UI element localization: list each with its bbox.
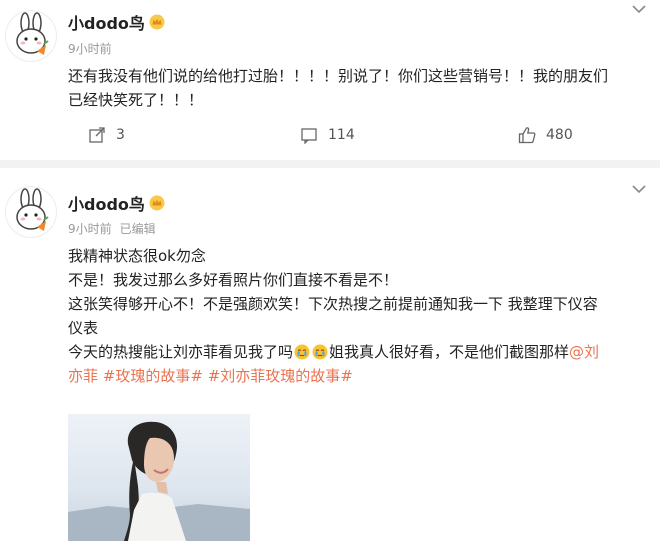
- mention-link[interactable]: 亦菲: [68, 367, 98, 385]
- repost-button[interactable]: 3: [88, 126, 125, 144]
- post-text-segment: 姐我真人很好看，不是他们截图那样: [329, 343, 570, 361]
- like-button[interactable]: 480: [518, 126, 573, 144]
- username-text[interactable]: 小dodo鸟: [68, 191, 145, 215]
- comment-count: 114: [328, 127, 355, 143]
- repost-count: 3: [116, 127, 125, 143]
- comment-button[interactable]: 114: [300, 126, 355, 144]
- chevron-down-icon[interactable]: [632, 4, 646, 14]
- thumbs-up-icon: [518, 127, 536, 144]
- hashtag-link[interactable]: #刘亦菲玫瑰的故事#: [208, 367, 353, 385]
- post-text: 我精神状态很ok勿念 不是！我发过那么多好看照片你们直接不看是不！ 这张笑得够开…: [68, 244, 648, 388]
- post-actions: 3 114 480: [0, 122, 660, 152]
- chevron-down-icon[interactable]: [632, 184, 646, 194]
- post-text-line: 仪表: [68, 319, 99, 337]
- post-text-line: 亦菲 #玫瑰的故事# #刘亦菲玫瑰的故事#: [68, 364, 648, 388]
- post-photo[interactable]: [68, 414, 250, 541]
- crying-emoji-icon: [294, 344, 310, 360]
- crown-badge-icon: [149, 195, 165, 211]
- post-text-line: 今天的热搜能让刘亦菲看见我了吗 姐我真人很好看，不是他们截图那样@刘: [68, 340, 648, 364]
- avatar[interactable]: [5, 186, 57, 238]
- post-text-line: 我精神状态很ok勿念: [68, 247, 206, 265]
- edited-label[interactable]: 已编辑: [120, 220, 156, 237]
- white-rabbit-avatar-icon: [16, 12, 49, 55]
- post-text-line: 已经快笑死了！！！: [68, 91, 204, 109]
- avatar[interactable]: [5, 10, 57, 62]
- username-text[interactable]: 小dodo鸟: [68, 10, 145, 34]
- crying-emoji-icon: [312, 344, 328, 360]
- like-count: 480: [546, 127, 573, 143]
- username[interactable]: 小dodo鸟: [68, 191, 165, 215]
- post-separator: [0, 160, 660, 168]
- weibo-post-2: 小dodo鸟 9小时前 已编辑 我精神状态很ok勿念 不是！我发过那么多好看照片…: [0, 168, 660, 541]
- post-time[interactable]: 9小时前: [68, 220, 112, 237]
- mention-link[interactable]: @刘: [569, 343, 599, 361]
- weibo-post-1: 小dodo鸟 9小时前 还有我没有他们说的给他打过胎！！！！别说了！你们这些营销…: [0, 0, 660, 160]
- white-rabbit-avatar-icon: [16, 188, 49, 231]
- post-text-line: 不是！我发过那么多好看照片你们直接不看是不！: [68, 271, 399, 289]
- post-text-segment: 今天的热搜能让刘亦菲看见我了吗: [68, 343, 294, 361]
- crown-badge-icon: [149, 14, 165, 30]
- post-text-line: 这张笑得够开心不！不是强颜欢笑！下次热搜之前提前通知我一下 我整理下仪容: [68, 295, 598, 313]
- post-time[interactable]: 9小时前: [68, 40, 112, 57]
- post-text: 还有我没有他们说的给他打过胎！！！！别说了！你们这些营销号！！我的朋友们 已经快…: [68, 64, 648, 112]
- comment-icon: [301, 128, 317, 144]
- post-meta: 9小时前: [68, 40, 112, 57]
- photo-image: [68, 414, 250, 541]
- repost-icon: [89, 127, 105, 143]
- hashtag-link[interactable]: #玫瑰的故事#: [103, 367, 203, 385]
- post-text-line: 还有我没有他们说的给他打过胎！！！！别说了！你们这些营销号！！我的朋友们: [68, 67, 609, 85]
- username[interactable]: 小dodo鸟: [68, 10, 165, 34]
- post-meta: 9小时前 已编辑: [68, 220, 156, 237]
